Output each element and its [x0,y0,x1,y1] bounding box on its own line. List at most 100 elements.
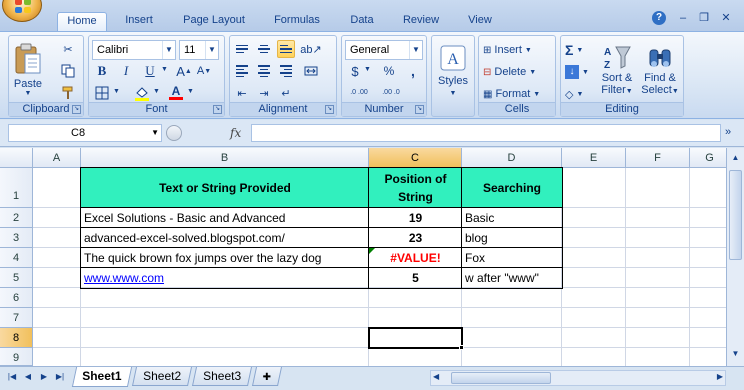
chevron-down-icon[interactable]: ▼ [364,66,371,73]
horizontal-scrollbar[interactable]: ◀ ▶ [430,370,726,386]
sheet-tab-sheet3[interactable]: Sheet3 [191,367,253,386]
dialog-launcher-icon[interactable]: ↘ [213,105,222,114]
insert-sheet-button[interactable]: ✚ [251,367,283,386]
clear-button[interactable]: ◇ ▼ [565,84,583,104]
paste-button[interactable]: Paste ▼ [11,38,45,100]
first-sheet-icon[interactable]: |◀ [6,371,18,383]
horizontal-scroll-thumb[interactable] [451,372,551,384]
fill-color-icon[interactable] [133,84,151,102]
active-cell-selection[interactable] [368,327,463,349]
comma-button[interactable]: , [404,62,422,80]
align-bottom-icon[interactable] [277,40,295,58]
table-cell-text[interactable]: The quick brown fox jumps over the lazy … [81,248,369,268]
copy-icon[interactable] [59,62,77,80]
table-cell-search[interactable]: blog [462,228,562,248]
autosum-button[interactable]: Σ ▼ [565,40,583,60]
tab-insert[interactable]: Insert [114,12,164,31]
tab-page-layout[interactable]: Page Layout [176,12,252,31]
chevron-down-icon[interactable]: ▼ [409,41,422,59]
find-select-button[interactable]: Find & Select▼ [639,38,681,102]
scroll-right-icon[interactable]: ▶ [717,372,723,381]
scroll-left-icon[interactable]: ◀ [433,372,439,381]
table-cell-position[interactable]: 5 [369,268,462,288]
font-size-combo[interactable]: 11 ▼ [179,40,219,60]
merge-center-icon[interactable] [302,62,320,80]
font-color-icon[interactable]: A [167,84,185,102]
fill-button[interactable]: ↓ ▼ [565,62,589,82]
tab-data[interactable]: Data [342,12,382,31]
column-header-d[interactable]: D [462,148,562,168]
insert-cells-button[interactable]: ⊞ Insert ▼ [483,40,532,60]
chevron-down-icon[interactable]: ▼ [187,88,194,95]
formula-input[interactable] [251,124,721,142]
column-header-c[interactable]: C [369,148,462,168]
dialog-launcher-icon[interactable]: ↘ [72,105,81,114]
sheet-tab-sheet2[interactable]: Sheet2 [131,367,193,386]
bold-button[interactable]: B [93,62,111,80]
sort-filter-button[interactable]: A Z Sort & Filter▼ [597,38,637,102]
align-middle-icon[interactable] [255,40,273,58]
chevron-down-icon[interactable]: ▼ [113,88,120,95]
tab-formulas[interactable]: Formulas [266,12,328,31]
sheet-tab-sheet1[interactable]: Sheet1 [71,367,133,387]
row-header-7[interactable]: 7 [0,308,33,328]
row-header-8[interactable]: 8 [0,328,33,348]
scroll-up-icon[interactable]: ▲ [729,150,742,166]
table-cell-search[interactable]: Fox [462,248,562,268]
table-cell-hyperlink[interactable]: www.www.com [81,268,369,288]
fill-handle[interactable] [459,345,464,350]
last-sheet-icon[interactable]: ▶| [54,371,66,383]
borders-icon[interactable] [93,84,111,102]
align-top-icon[interactable] [233,40,251,58]
insert-function-icon[interactable]: fx [230,124,248,142]
select-all-corner[interactable] [0,148,33,168]
align-right-icon[interactable] [277,62,295,80]
table-cell-search[interactable]: w after "www" [462,268,562,288]
table-cell-position-error[interactable]: #VALUE! [369,248,462,268]
cut-icon[interactable]: ✂ [59,40,77,58]
prev-sheet-icon[interactable]: ◀ [22,371,34,383]
delete-cells-button[interactable]: ⊟ Delete ▼ [483,62,536,82]
column-header-f[interactable]: F [626,148,690,168]
chevron-down-icon[interactable]: ▼ [161,66,168,73]
header-cell-searching[interactable]: Searching [462,168,562,208]
table-cell-text[interactable]: Excel Solutions - Basic and Advanced [81,208,369,228]
increase-indent-icon[interactable]: ⇥ [255,84,273,102]
format-painter-icon[interactable] [59,84,77,102]
row-header-2[interactable]: 2 [0,208,33,228]
table-cell-position[interactable]: 23 [369,228,462,248]
styles-button[interactable]: A Styles ▼ [435,39,471,101]
column-header-g[interactable]: G [690,148,730,168]
grow-font-button[interactable]: A ▲ [175,62,193,80]
underline-button[interactable]: U [141,62,159,80]
header-cell-position[interactable]: Position of String [369,168,462,208]
dialog-launcher-icon[interactable]: ↘ [415,105,424,114]
help-icon[interactable]: ? [652,11,666,25]
orientation-icon[interactable]: ab↗ [300,40,321,58]
close-icon[interactable]: ✕ [719,11,733,25]
scroll-down-icon[interactable]: ▼ [729,346,742,362]
wrap-text-icon[interactable]: ↵ [277,84,295,102]
number-format-combo[interactable]: General ▼ [345,40,423,60]
align-center-icon[interactable] [255,62,273,80]
tab-home[interactable]: Home [57,12,107,32]
minimize-icon[interactable]: – [676,11,690,25]
table-cell-search[interactable]: Basic [462,208,562,228]
restore-icon[interactable]: ❐ [697,11,711,25]
tab-review[interactable]: Review [395,12,447,31]
chevron-down-icon[interactable]: ▼ [162,41,175,59]
font-name-combo[interactable]: Calibri ▼ [92,40,176,60]
header-cell-text[interactable]: Text or String Provided [81,168,369,208]
row-header-4[interactable]: 4 [0,248,33,268]
row-header-3[interactable]: 3 [0,228,33,248]
format-cells-button[interactable]: ▦ Format ▼ [483,84,540,104]
percent-button[interactable]: % [380,62,398,80]
shrink-font-button[interactable]: A ▼ [195,62,213,80]
column-header-a[interactable]: A [33,148,81,168]
italic-button[interactable]: I [117,62,135,80]
chevron-down-icon[interactable]: ▼ [205,41,218,59]
dialog-launcher-icon[interactable]: ↘ [325,105,334,114]
table-cell-text[interactable]: advanced-excel-solved.blogspot.com/ [81,228,369,248]
decrease-indent-icon[interactable]: ⇤ [233,84,251,102]
row-header-1[interactable]: 1 [0,168,33,208]
